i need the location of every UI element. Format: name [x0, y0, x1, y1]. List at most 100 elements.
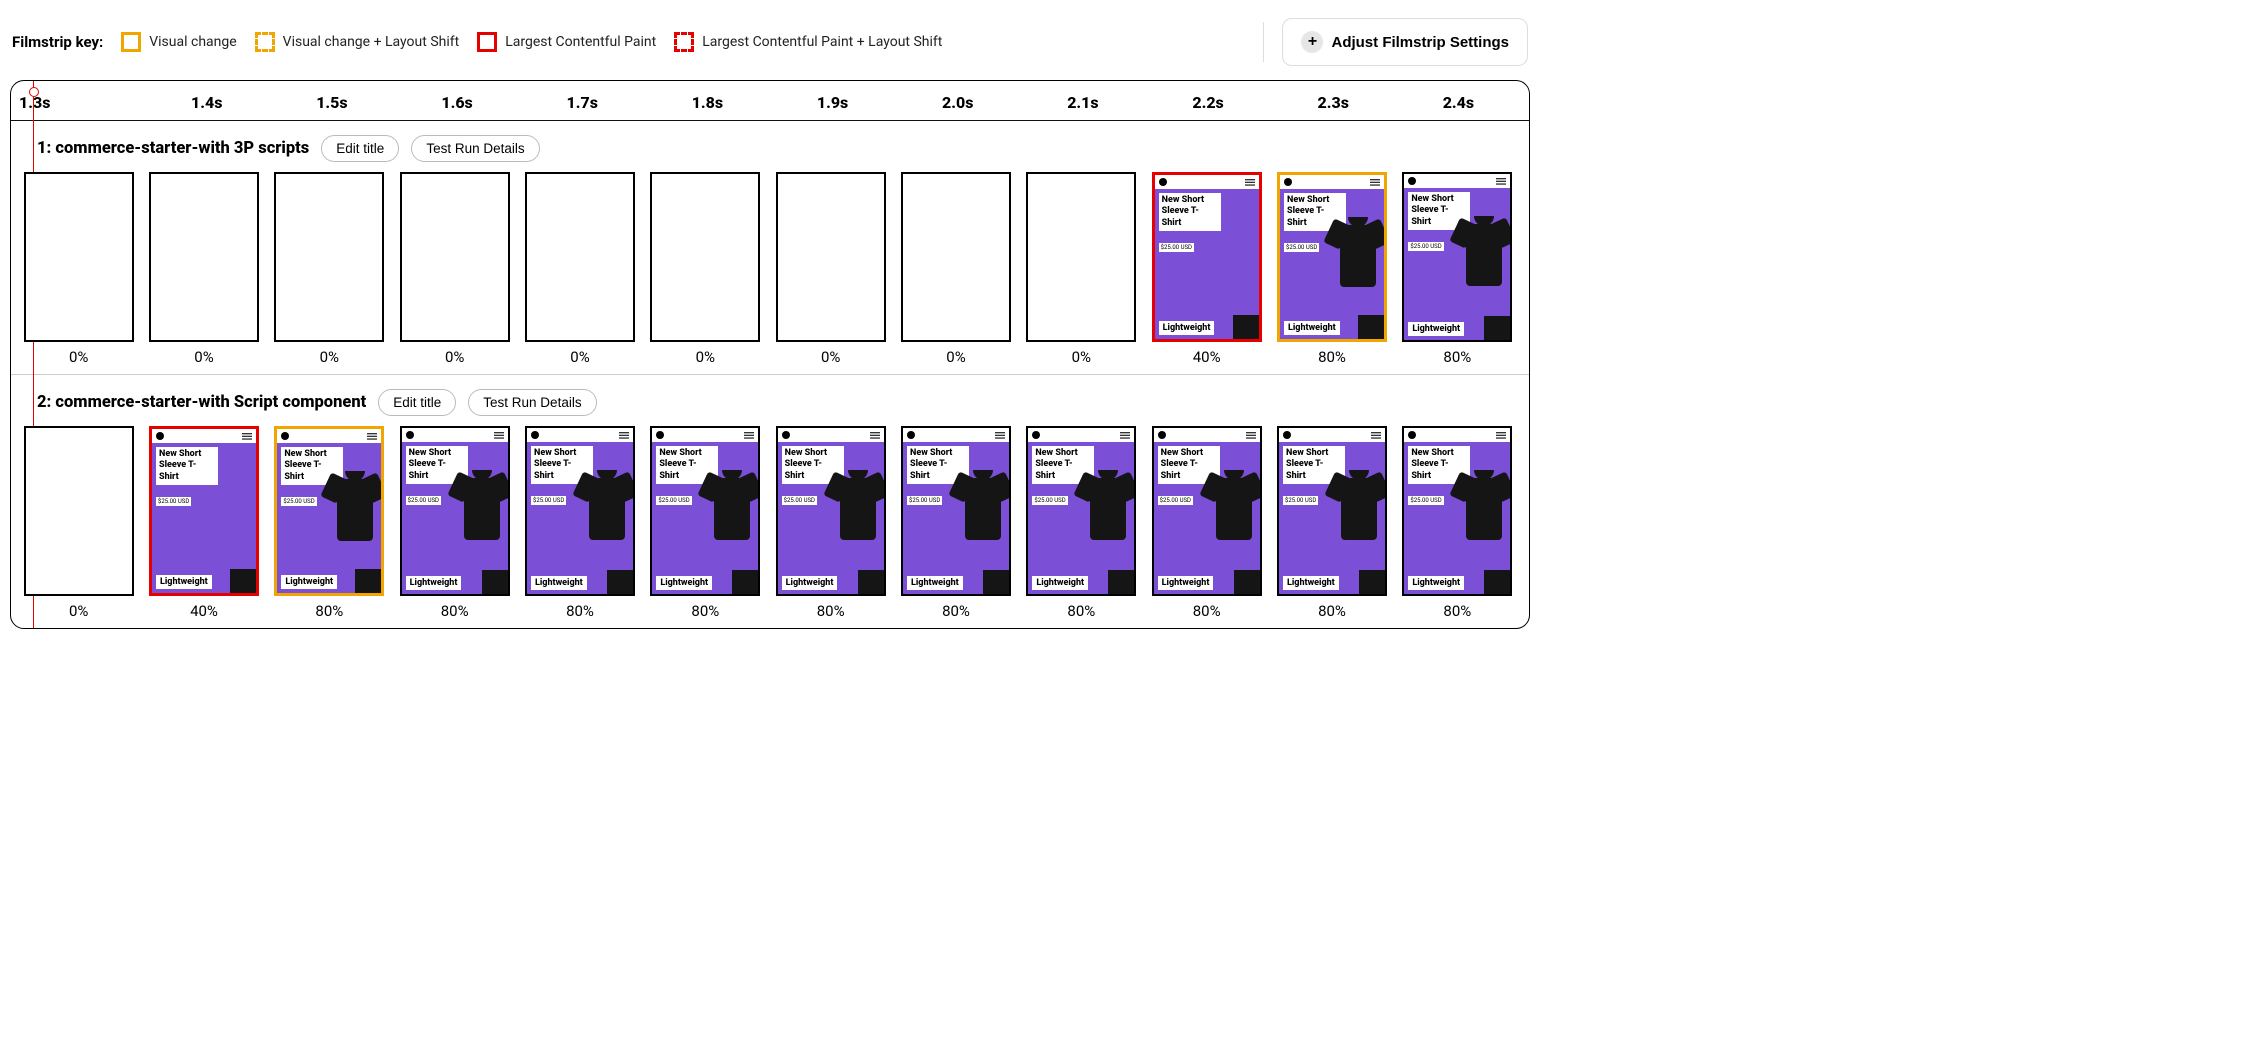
test-run-details-button[interactable]: Test Run Details [468, 389, 596, 416]
filmstrip-frame[interactable]: New Short Sleeve T-Shirt $25.00 USD Ligh… [1402, 172, 1512, 342]
logo-icon [1283, 431, 1291, 439]
frame-cell: New Short Sleeve T-Shirt $25.00 USD Ligh… [773, 426, 888, 628]
filmstrip-frame[interactable]: New Short Sleeve T-Shirt $25.00 USD Ligh… [901, 426, 1011, 596]
filmstrip-frame[interactable]: New Short Sleeve T-Shirt $25.00 USD Ligh… [776, 426, 886, 596]
frame-thumbnail: New Short Sleeve T-Shirt $25.00 USD Ligh… [652, 428, 758, 594]
filmstrip-frame[interactable] [24, 172, 134, 342]
filmstrip-frame[interactable] [274, 172, 384, 342]
frame-cell: New Short Sleeve T-Shirt $25.00 USD Ligh… [648, 426, 763, 628]
dark-block [1484, 316, 1510, 340]
swatch-red-solid-icon [477, 32, 497, 52]
filmstrip-frame[interactable]: New Short Sleeve T-Shirt $25.00 USD Ligh… [1152, 172, 1262, 342]
filmstrip-frame[interactable] [1026, 172, 1136, 342]
dark-block [1233, 315, 1259, 339]
frame-cell: New Short Sleeve T-Shirt $25.00 USD Ligh… [1274, 172, 1389, 374]
hamburger-icon [1371, 432, 1381, 439]
thumb-header [1280, 175, 1384, 189]
frame-thumbnail: New Short Sleeve T-Shirt $25.00 USD Ligh… [1279, 428, 1385, 594]
filmstrip-frame[interactable]: New Short Sleeve T-Shirt $25.00 USD Ligh… [1402, 426, 1512, 596]
test-run-details-button[interactable]: Test Run Details [411, 135, 539, 162]
logo-icon [1159, 178, 1167, 186]
frame-thumbnail: New Short Sleeve T-Shirt $25.00 USD Ligh… [1404, 174, 1510, 340]
hamburger-icon [1370, 179, 1380, 186]
logo-icon [656, 431, 664, 439]
frame-percentage: 0% [320, 348, 339, 366]
edit-title-button[interactable]: Edit title [321, 135, 399, 162]
legend-visual-change: Visual change [121, 32, 236, 52]
filmstrip-frame[interactable] [525, 172, 635, 342]
thumb-badge: Lightweight [782, 576, 838, 590]
thumb-header [402, 428, 508, 442]
frame-cell: New Short Sleeve T-Shirt $25.00 USD Ligh… [1400, 172, 1515, 374]
swatch-red-dashed-icon [674, 32, 694, 52]
filmstrip-frame[interactable]: New Short Sleeve T-Shirt $25.00 USD Ligh… [1277, 426, 1387, 596]
logo-icon [1158, 431, 1166, 439]
time-tick: 2.1s [1020, 93, 1145, 112]
filmstrip-frame[interactable] [149, 172, 259, 342]
filmstrip-frame[interactable]: New Short Sleeve T-Shirt $25.00 USD Ligh… [1277, 172, 1387, 342]
logo-icon [406, 431, 414, 439]
hamburger-icon [619, 432, 629, 439]
frame-percentage: 80% [315, 602, 343, 620]
dark-block [482, 570, 508, 594]
hamburger-icon [242, 433, 252, 440]
frame-cell: New Short Sleeve T-Shirt $25.00 USD Ligh… [397, 426, 512, 628]
filmstrip-frame[interactable]: New Short Sleeve T-Shirt $25.00 USD Ligh… [1152, 426, 1262, 596]
frame-percentage: 80% [1193, 602, 1221, 620]
thumb-header [1404, 174, 1510, 188]
thumb-header [1028, 428, 1134, 442]
test-title: 1: commerce-starter-with 3P scripts [37, 139, 309, 158]
filmstrip-frame[interactable] [650, 172, 760, 342]
filmstrip-frame[interactable]: New Short Sleeve T-Shirt $25.00 USD Ligh… [400, 426, 510, 596]
thumb-header [277, 429, 381, 443]
thumb-header [1155, 175, 1259, 189]
filmstrip-frame[interactable] [24, 426, 134, 596]
frame-thumbnail: New Short Sleeve T-Shirt $25.00 USD Ligh… [1155, 175, 1259, 339]
filmstrip-frame[interactable]: New Short Sleeve T-Shirt $25.00 USD Ligh… [650, 426, 760, 596]
thumb-badge: Lightweight [156, 575, 212, 589]
hamburger-icon [1245, 179, 1255, 186]
frame-cell: New Short Sleeve T-Shirt $25.00 USD Ligh… [898, 426, 1013, 628]
thumb-badge: Lightweight [1284, 321, 1340, 335]
adjust-filmstrip-settings-button[interactable]: + Adjust Filmstrip Settings [1282, 18, 1528, 66]
filmstrip-frame[interactable]: New Short Sleeve T-Shirt $25.00 USD Ligh… [1026, 426, 1136, 596]
filmstrip-frame[interactable] [400, 172, 510, 342]
frame-percentage: 80% [1443, 602, 1471, 620]
frame-thumbnail: New Short Sleeve T-Shirt $25.00 USD Ligh… [903, 428, 1009, 594]
thumb-header [1154, 428, 1260, 442]
legend-text: Largest Contentful Paint [505, 34, 656, 50]
hamburger-icon [995, 432, 1005, 439]
thumb-header [152, 429, 256, 443]
logo-icon [281, 432, 289, 440]
dark-block [355, 569, 381, 593]
dark-block [607, 570, 633, 594]
frame-thumbnail: New Short Sleeve T-Shirt $25.00 USD Ligh… [402, 428, 508, 594]
frame-percentage: 40% [190, 602, 218, 620]
frame-percentage: 80% [1443, 348, 1471, 366]
thumb-price: $25.00 USD [1284, 243, 1319, 252]
thumb-price: $25.00 USD [281, 497, 316, 506]
thumb-price: $25.00 USD [1408, 242, 1443, 251]
hamburger-icon [367, 433, 377, 440]
filmstrip-frame[interactable]: New Short Sleeve T-Shirt $25.00 USD Ligh… [525, 426, 635, 596]
thumb-price: $25.00 USD [156, 497, 191, 506]
thumb-badge: Lightweight [531, 576, 587, 590]
frame-percentage: 0% [194, 348, 213, 366]
edit-title-button[interactable]: Edit title [378, 389, 456, 416]
filmstrip-frame[interactable] [776, 172, 886, 342]
thumb-price: $25.00 USD [1408, 496, 1443, 505]
vertical-divider [1263, 22, 1264, 62]
thumb-title: New Short Sleeve T-Shirt [156, 447, 218, 485]
dark-block [858, 570, 884, 594]
frame-cell: New Short Sleeve T-Shirt $25.00 USD Ligh… [1400, 426, 1515, 628]
filmstrip-frame[interactable] [901, 172, 1011, 342]
logo-icon [1284, 178, 1292, 186]
filmstrip-legend: Filmstrip key: Visual change Visual chan… [12, 32, 942, 52]
filmstrip-frame[interactable]: New Short Sleeve T-Shirt $25.00 USD Ligh… [149, 426, 259, 596]
filmstrip-frame[interactable]: New Short Sleeve T-Shirt $25.00 USD Ligh… [274, 426, 384, 596]
frame-cell: New Short Sleeve T-Shirt $25.00 USD Ligh… [522, 426, 637, 628]
frame-percentage: 80% [1318, 348, 1346, 366]
frame-percentage: 0% [821, 348, 840, 366]
dark-block [1359, 570, 1385, 594]
dark-block [983, 570, 1009, 594]
